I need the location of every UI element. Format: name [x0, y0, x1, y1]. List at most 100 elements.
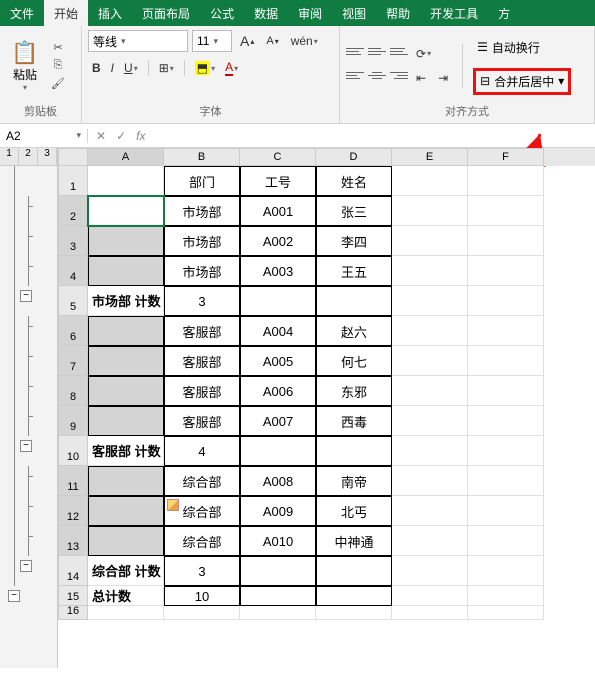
cell-A16[interactable] [88, 606, 164, 620]
cell-E1[interactable] [392, 166, 468, 196]
select-all-corner[interactable] [58, 148, 88, 166]
cell-F15[interactable] [468, 586, 544, 606]
cell-A6[interactable] [88, 316, 164, 346]
tab-开始[interactable]: 开始 [44, 0, 88, 26]
col-header-D[interactable]: D [316, 148, 392, 166]
cell-A2[interactable] [88, 196, 164, 226]
cancel-formula-button[interactable]: ✕ [96, 129, 106, 143]
row-header-12[interactable]: 12 [58, 496, 88, 526]
tab-页面布局[interactable]: 页面布局 [132, 0, 200, 26]
tab-插入[interactable]: 插入 [88, 0, 132, 26]
cell-C7[interactable]: A005 [240, 346, 316, 376]
outline-level-3[interactable]: 3 [38, 148, 57, 165]
cell-A1[interactable] [88, 166, 164, 196]
cell-B7[interactable]: 客服部 [164, 346, 240, 376]
cell-A9[interactable] [88, 406, 164, 436]
col-header-E[interactable]: E [392, 148, 468, 166]
cell-A3[interactable] [88, 226, 164, 256]
cell-C9[interactable]: A007 [240, 406, 316, 436]
cell-E14[interactable] [392, 556, 468, 586]
cell-C5[interactable] [240, 286, 316, 316]
smart-tag-icon[interactable] [167, 499, 179, 511]
row-header-3[interactable]: 3 [58, 226, 88, 256]
cell-D4[interactable]: 王五 [316, 256, 392, 286]
cell-C14[interactable] [240, 556, 316, 586]
italic-button[interactable]: I [107, 59, 118, 77]
cell-B8[interactable]: 客服部 [164, 376, 240, 406]
cell-B12[interactable]: 综合部 [164, 496, 240, 526]
fx-button[interactable]: fx [136, 129, 145, 143]
cell-F12[interactable] [468, 496, 544, 526]
cell-C8[interactable]: A006 [240, 376, 316, 406]
cell-B4[interactable]: 市场部 [164, 256, 240, 286]
cell-A10[interactable]: 客服部 计数 [88, 436, 164, 466]
cell-F16[interactable] [468, 606, 544, 620]
cell-A5[interactable]: 市场部 计数 [88, 286, 164, 316]
cell-B10[interactable]: 4 [164, 436, 240, 466]
cell-B9[interactable]: 客服部 [164, 406, 240, 436]
col-header-A[interactable]: A [88, 148, 164, 166]
cell-A4[interactable] [88, 256, 164, 286]
outline-collapse-button[interactable]: − [20, 290, 32, 302]
cell-D10[interactable] [316, 436, 392, 466]
tab-开发工具[interactable]: 开发工具 [420, 0, 488, 26]
cell-A12[interactable] [88, 496, 164, 526]
cell-F3[interactable] [468, 226, 544, 256]
cell-E6[interactable] [392, 316, 468, 346]
font-name-select[interactable]: 等线▾ [88, 30, 188, 52]
shrink-font-button[interactable]: A▾ [262, 33, 282, 49]
cell-D11[interactable]: 南帝 [316, 466, 392, 496]
align-middle-button[interactable] [368, 45, 386, 59]
cell-D9[interactable]: 西毒 [316, 406, 392, 436]
cell-E5[interactable] [392, 286, 468, 316]
font-size-select[interactable]: 11▾ [192, 30, 232, 52]
name-box[interactable]: A2▾ [0, 129, 88, 143]
cell-D3[interactable]: 李四 [316, 226, 392, 256]
cell-D8[interactable]: 东邪 [316, 376, 392, 406]
cell-A14[interactable]: 综合部 计数 [88, 556, 164, 586]
col-header-B[interactable]: B [164, 148, 240, 166]
cell-D1[interactable]: 姓名 [316, 166, 392, 196]
cell-C3[interactable]: A002 [240, 226, 316, 256]
cell-D7[interactable]: 何七 [316, 346, 392, 376]
cell-F2[interactable] [468, 196, 544, 226]
cell-C11[interactable]: A008 [240, 466, 316, 496]
cell-B1[interactable]: 部门 [164, 166, 240, 196]
font-color-button[interactable]: A▾ [221, 58, 242, 78]
cell-F8[interactable] [468, 376, 544, 406]
cell-C12[interactable]: A009 [240, 496, 316, 526]
paste-button[interactable]: 📋 粘贴 ▾ [6, 40, 44, 92]
align-top-button[interactable] [346, 45, 364, 59]
outline-collapse-button[interactable]: − [8, 590, 20, 602]
align-right-button[interactable] [390, 69, 408, 83]
cell-E11[interactable] [392, 466, 468, 496]
row-header-9[interactable]: 9 [58, 406, 88, 436]
cell-D5[interactable] [316, 286, 392, 316]
cell-B5[interactable]: 3 [164, 286, 240, 316]
cell-D15[interactable] [316, 586, 392, 606]
cell-F11[interactable] [468, 466, 544, 496]
formula-input[interactable] [153, 124, 595, 147]
outline-collapse-button[interactable]: − [20, 560, 32, 572]
format-painter-button[interactable]: 🖌 [48, 76, 68, 92]
cell-F10[interactable] [468, 436, 544, 466]
outline-collapse-button[interactable]: − [20, 440, 32, 452]
cell-D12[interactable]: 北丐 [316, 496, 392, 526]
row-header-1[interactable]: 1 [58, 166, 88, 196]
cell-C10[interactable] [240, 436, 316, 466]
tab-文件[interactable]: 文件 [0, 0, 44, 26]
cut-button[interactable]: ✂ [48, 40, 68, 56]
tab-公式[interactable]: 公式 [200, 0, 244, 26]
cell-E9[interactable] [392, 406, 468, 436]
cell-C15[interactable] [240, 586, 316, 606]
row-header-4[interactable]: 4 [58, 256, 88, 286]
row-header-13[interactable]: 13 [58, 526, 88, 556]
cell-D6[interactable]: 赵六 [316, 316, 392, 346]
tab-视图[interactable]: 视图 [332, 0, 376, 26]
tab-审阅[interactable]: 审阅 [288, 0, 332, 26]
row-header-7[interactable]: 7 [58, 346, 88, 376]
cell-A7[interactable] [88, 346, 164, 376]
cell-B14[interactable]: 3 [164, 556, 240, 586]
outline-level-1[interactable]: 1 [0, 148, 19, 165]
cell-C6[interactable]: A004 [240, 316, 316, 346]
